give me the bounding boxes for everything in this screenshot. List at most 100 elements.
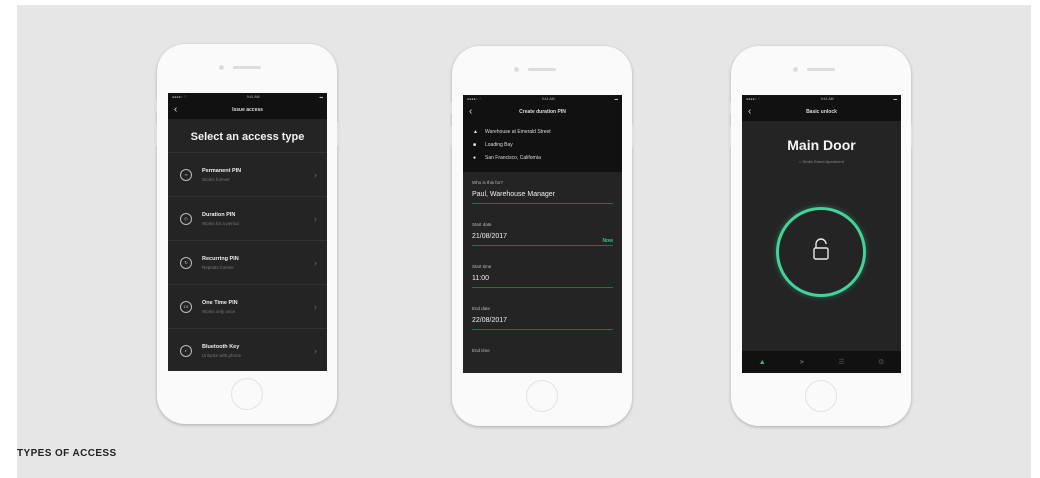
- access-type-recurring-pin[interactable]: ↻ Recurring PIN Repeats forever ›: [168, 240, 327, 284]
- back-chevron-icon[interactable]: ‹: [748, 106, 751, 117]
- chevron-right-icon: ›: [314, 169, 317, 180]
- phone-speaker: [233, 66, 261, 69]
- screen-basic-unlock: ●●●●○ ⌔ 9:41 AM ▬ ‹ Basic unlock Main Do…: [742, 95, 901, 373]
- battery-icon: ▬: [614, 97, 619, 101]
- one-time-icon: 1X: [180, 300, 192, 313]
- chevron-right-icon: ›: [314, 301, 317, 312]
- location-door: Loading Bay: [485, 141, 513, 148]
- access-type-one-time-pin[interactable]: 1X One Time PIN Works only once ›: [168, 284, 327, 328]
- access-type-desc: Works for a period: [202, 220, 239, 226]
- field-end-date[interactable]: End date 22/08/2017: [463, 298, 622, 332]
- chevron-right-icon: ›: [314, 257, 317, 268]
- field-who-is-this-for[interactable]: Who is this for? Paul, Warehouse Manager: [463, 172, 622, 206]
- nav-bar: ‹ Basic unlock: [742, 103, 901, 121]
- phone-side-button: [337, 122, 340, 146]
- access-type-name: Bluetooth Key: [202, 343, 240, 350]
- chevron-right-icon: ›: [314, 213, 317, 224]
- bluetooth-icon: ◐: [180, 344, 192, 357]
- phone-side-button: [449, 102, 452, 114]
- field-value[interactable]: 21/08/2017: [472, 233, 613, 246]
- nav-bar: ‹ Create duration PIN: [463, 103, 622, 121]
- field-label: End date: [472, 306, 491, 311]
- phone-side-button: [632, 124, 635, 148]
- access-type-desc: Works forever: [202, 176, 230, 182]
- access-type-bluetooth-key[interactable]: ◐ Bluetooth Key Unlocks with phone ›: [168, 328, 327, 371]
- building-icon: ▲: [473, 128, 478, 135]
- access-type-desc: Repeats forever: [202, 264, 235, 270]
- field-label: Who is this for?: [472, 180, 504, 185]
- location-city: San Francisco, California: [485, 154, 541, 161]
- field-value[interactable]: 22/08/2017: [472, 317, 613, 330]
- phone-side-button: [728, 102, 731, 114]
- access-type-name: Recurring PIN: [202, 255, 239, 262]
- field-value[interactable]: Paul, Warehouse Manager: [472, 191, 613, 204]
- map-pin-icon: ●: [473, 154, 477, 161]
- field-start-date[interactable]: Start date 21/08/2017 Now: [463, 214, 622, 248]
- nav-title: Issue access: [232, 107, 263, 113]
- door-icon: ■: [473, 141, 477, 148]
- phone-camera: [219, 65, 224, 70]
- clock-icon: ◴: [180, 212, 192, 225]
- door-location: ○ Smith Street Apartment: [742, 159, 901, 164]
- status-bar: ●●●●○ ⌔ 9:41 AM ▬: [463, 95, 622, 103]
- section-caption: TYPES OF ACCESS: [17, 448, 117, 459]
- access-type-permanent-pin[interactable]: ∞ Permanent PIN Works forever ›: [168, 152, 327, 196]
- screen-issue-access: ●●●●○ ⌔ 9:41 AM ▬ ‹ Issue access Select …: [168, 93, 327, 371]
- back-chevron-icon[interactable]: ‹: [174, 104, 177, 115]
- nav-title: Create duration PIN: [519, 109, 566, 115]
- phone-camera: [793, 67, 798, 72]
- access-type-desc: Unlocks with phone: [202, 352, 242, 358]
- field-end-time[interactable]: End time: [463, 340, 622, 373]
- status-bar: ●●●●○ ⌔ 9:41 AM ▬: [742, 95, 901, 103]
- phone-side-button: [154, 100, 157, 112]
- phone-camera: [514, 67, 519, 72]
- back-chevron-icon[interactable]: ‹: [469, 106, 472, 117]
- door-location-text: Smith Street Apartment: [802, 159, 844, 164]
- access-type-name: Duration PIN: [202, 211, 236, 218]
- tab-gear-icon[interactable]: ⚙: [878, 358, 884, 366]
- phone-side-button: [911, 124, 914, 148]
- status-time: 9:41 AM: [246, 95, 260, 99]
- tab-bar: ▲ ➤ ☰ ⚙: [742, 351, 901, 373]
- battery-icon: ▬: [893, 97, 898, 101]
- location-icon: ○: [799, 159, 802, 164]
- phone-speaker: [807, 68, 835, 71]
- nav-bar: ‹ Issue access: [168, 101, 327, 119]
- infinity-icon: ∞: [180, 168, 192, 181]
- door-name: Main Door: [787, 137, 856, 153]
- signal-icon: ●●●●○ ⌔: [172, 94, 187, 99]
- screen-create-duration-pin: ●●●●○ ⌔ 9:41 AM ▬ ‹ Create duration PIN …: [463, 95, 622, 373]
- access-type-duration-pin[interactable]: ◴ Duration PIN Works for a period ›: [168, 196, 327, 240]
- home-button[interactable]: [805, 380, 837, 412]
- location-row: ▲ Warehouse at Emerald Street: [473, 125, 612, 138]
- access-type-name: One Time PIN: [202, 299, 238, 306]
- access-type-name: Permanent PIN: [202, 167, 242, 174]
- signal-icon: ●●●●○ ⌔: [467, 96, 482, 101]
- location-building: Warehouse at Emerald Street: [485, 128, 551, 135]
- phone-side-button: [728, 126, 731, 148]
- signal-icon: ●●●●○ ⌔: [746, 96, 761, 101]
- phone-mockup-basic-unlock: ●●●●○ ⌔ 9:41 AM ▬ ‹ Basic unlock Main Do…: [728, 46, 914, 426]
- status-bar: ●●●●○ ⌔ 9:41 AM ▬: [168, 93, 327, 101]
- lock-icon: [813, 238, 829, 260]
- location-row: ● San Francisco, California: [473, 151, 612, 164]
- now-button[interactable]: Now: [602, 238, 613, 244]
- tab-list-icon[interactable]: ☰: [838, 358, 844, 366]
- phone-mockup-issue-access: ●●●●○ ⌔ 9:41 AM ▬ ‹ Issue access Select …: [154, 44, 340, 424]
- chevron-right-icon: ›: [314, 345, 317, 356]
- location-row: ■ Loading Bay: [473, 138, 612, 151]
- repeat-icon: ↻: [180, 256, 192, 269]
- tab-send-icon[interactable]: ➤: [799, 358, 805, 366]
- home-button[interactable]: [526, 380, 558, 412]
- status-time: 9:41 AM: [820, 97, 834, 101]
- home-button[interactable]: [231, 378, 263, 410]
- tab-lock-icon[interactable]: ▲: [759, 359, 766, 366]
- field-start-time[interactable]: Start time 11:00: [463, 256, 622, 290]
- phone-side-button: [449, 126, 452, 148]
- access-type-desc: Works only once: [202, 308, 236, 314]
- field-value[interactable]: 11:00: [472, 275, 613, 288]
- field-label: Start date: [472, 222, 492, 227]
- location-summary: ▲ Warehouse at Emerald Street ■ Loading Ba…: [463, 121, 622, 172]
- phone-speaker: [528, 68, 556, 71]
- phone-side-button: [154, 124, 157, 146]
